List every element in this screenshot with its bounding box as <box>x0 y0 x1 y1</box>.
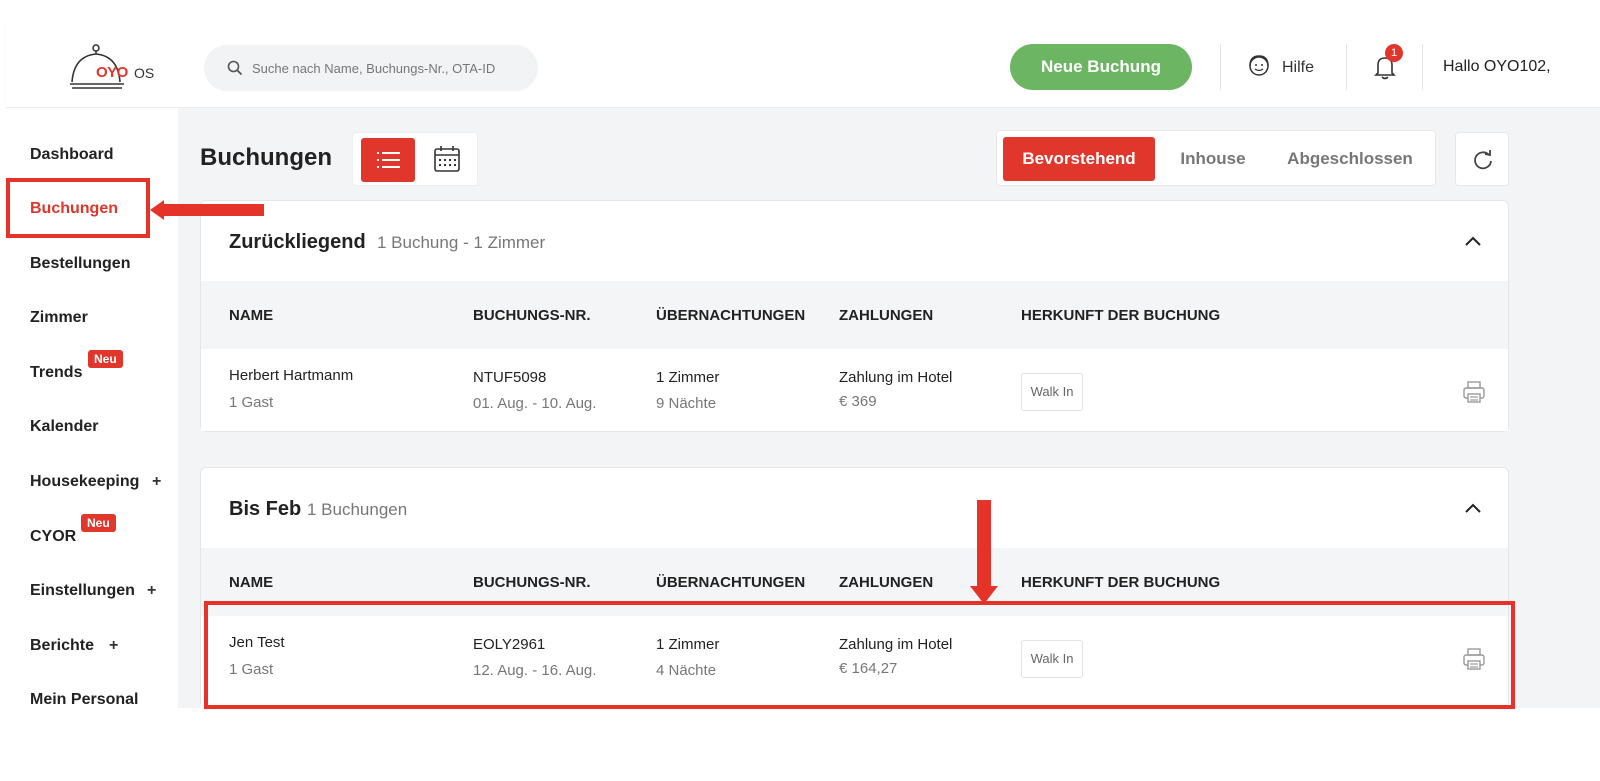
expand-einstellungen-icon[interactable]: + <box>147 582 156 600</box>
new-badge: Neu <box>81 514 116 532</box>
booking-source-badge: Walk In <box>1021 373 1083 411</box>
page-title: Buchungen <box>200 144 332 171</box>
table-row[interactable]: Herbert Hartmanm 1 Gast NTUF5098 01. Aug… <box>201 349 1508 431</box>
booking-dates: 01. Aug. - 10. Aug. <box>473 395 597 412</box>
sidebar-item-trends[interactable]: Trends <box>30 364 82 382</box>
list-view-button[interactable] <box>361 138 415 182</box>
status-tabs: Bevorstehend Inhouse Abgeschlossen <box>996 130 1436 186</box>
table-header: NAME BUCHUNGS-NR. ÜBERNACHTUNGEN ZAHLUNG… <box>201 281 1508 349</box>
sidebar-item-bestellungen[interactable]: Bestellungen <box>30 255 130 273</box>
sidebar-item-kalender[interactable]: Kalender <box>30 418 98 436</box>
annotation-highlight-box <box>6 178 150 238</box>
new-booking-button[interactable]: Neue Buchung <box>1010 44 1192 90</box>
sidebar-item-dashboard[interactable]: Dashboard <box>30 146 114 164</box>
chevron-up-icon[interactable] <box>1463 233 1483 249</box>
section-summary: 1 Buchungen <box>307 500 408 519</box>
refresh-icon <box>1474 150 1492 170</box>
search-input[interactable] <box>252 57 530 79</box>
help-label: Hilfe <box>1282 59 1315 76</box>
night-count: 9 Nächte <box>656 395 717 412</box>
list-icon <box>377 152 400 168</box>
sidebar-item-einstellungen[interactable]: Einstellungen <box>30 582 135 600</box>
annotation-arrow-down-icon <box>970 500 998 604</box>
column-header-payments: ZAHLUNGEN <box>839 307 934 324</box>
tab-bevorstehend[interactable]: Bevorstehend <box>1003 137 1155 181</box>
support-agent-icon <box>1246 53 1272 84</box>
room-count: 1 Zimmer <box>656 369 720 386</box>
sidebar-item-housekeeping[interactable]: Housekeeping <box>30 473 139 491</box>
column-header-name: NAME <box>229 307 274 324</box>
section-header[interactable]: Bis Feb 1 Buchungen <box>201 468 1508 548</box>
section-title: Zurückliegend <box>229 231 366 253</box>
annotation-highlight-box <box>204 601 1515 709</box>
section-header[interactable]: Zurückliegend 1 Buchung - 1 Zimmer <box>201 201 1508 281</box>
chevron-up-icon[interactable] <box>1463 500 1483 516</box>
sidebar-item-berichte[interactable]: Berichte <box>30 637 94 655</box>
section-summary: 1 Buchung - 1 Zimmer <box>377 233 546 252</box>
new-badge: Neu <box>88 350 123 368</box>
header-divider <box>1346 44 1347 90</box>
search-box[interactable] <box>204 45 538 91</box>
column-header-nights: ÜBERNACHTUNGEN <box>656 574 806 591</box>
logo-suffix: OS <box>134 65 155 81</box>
top-header: OYO OS Neue Buchung Hilfe 1 Hallo OYO102… <box>6 22 1600 108</box>
expand-housekeeping-icon[interactable]: + <box>152 473 161 491</box>
annotation-arrow-left-icon <box>150 200 264 220</box>
sidebar-item-cyor[interactable]: CYOR <box>30 528 76 546</box>
printer-icon[interactable] <box>1461 379 1487 405</box>
column-header-name: NAME <box>229 574 274 591</box>
tab-abgeschlossen[interactable]: Abgeschlossen <box>1275 137 1425 181</box>
booking-number: NTUF5098 <box>473 369 547 386</box>
search-icon <box>226 59 244 82</box>
help-link[interactable]: Hilfe <box>1246 54 1314 82</box>
payment-method: Zahlung im Hotel <box>839 369 953 386</box>
header-divider <box>1220 44 1221 90</box>
view-toggle <box>352 132 478 186</box>
user-greeting[interactable]: Hallo OYO102, <box>1443 58 1551 76</box>
refresh-button[interactable] <box>1455 132 1509 186</box>
app-root: OYO OS Neue Buchung Hilfe 1 Hallo OYO102… <box>0 0 1600 781</box>
section-title: Bis Feb <box>229 498 302 520</box>
oyo-os-logo[interactable]: OYO OS <box>68 44 168 94</box>
booking-section-card: Zurückliegend 1 Buchung - 1 Zimmer NAME … <box>200 200 1509 432</box>
notification-count-badge: 1 <box>1385 44 1403 62</box>
expand-berichte-icon[interactable]: + <box>109 637 118 655</box>
tab-inhouse[interactable]: Inhouse <box>1167 137 1259 181</box>
column-header-nights: ÜBERNACHTUNGEN <box>656 307 806 324</box>
column-header-booking-no: BUCHUNGS-NR. <box>473 574 591 591</box>
calendar-view-button[interactable] <box>423 138 471 182</box>
column-header-source: HERKUNFT DER BUCHUNG <box>1021 307 1221 324</box>
guest-name: Herbert Hartmanm <box>229 367 354 384</box>
header-divider <box>1422 44 1423 90</box>
calendar-icon <box>434 146 460 172</box>
sidebar-item-zimmer[interactable]: Zimmer <box>30 309 88 327</box>
column-header-payments: ZAHLUNGEN <box>839 574 934 591</box>
column-header-booking-no: BUCHUNGS-NR. <box>473 307 591 324</box>
guest-count: 1 Gast <box>229 394 274 411</box>
column-header-source: HERKUNFT DER BUCHUNG <box>1021 574 1221 591</box>
sidebar-item-mein-personal[interactable]: Mein Personal <box>30 691 138 709</box>
payment-amount: € 369 <box>839 393 877 410</box>
logo-brand: OYO <box>96 64 128 81</box>
